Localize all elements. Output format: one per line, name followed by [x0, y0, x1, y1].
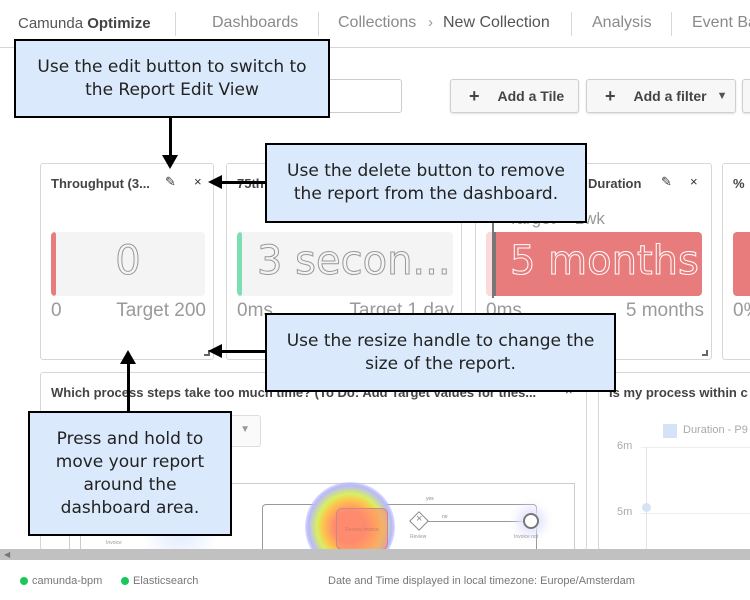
header-divider: [175, 12, 176, 36]
arrow-left-icon: [208, 175, 222, 189]
gateway-label: Review: [410, 534, 427, 540]
callout-resize: Use the resize handle to change the size …: [265, 313, 616, 392]
callout-move: Press and hold to move your report around …: [28, 411, 232, 536]
kpi-max: 5 months: [625, 300, 704, 321]
kpi-target-line: [492, 222, 494, 298]
kpi-progress-bar: [237, 232, 242, 296]
kpi-min: 0%: [733, 300, 750, 321]
nav-dashboards[interactable]: Dashboards: [212, 14, 298, 32]
tile-title: Duration: [588, 176, 642, 191]
add-tile-button[interactable]: + Add a Tile: [450, 79, 579, 113]
kpi-value: 5 months: [510, 238, 700, 285]
callout-text: Use the resize handle to change the: [286, 330, 595, 351]
callout-text: dashboard area.: [60, 497, 200, 518]
header-divider: [318, 12, 319, 36]
status-dot-icon: [20, 577, 28, 585]
breadcrumb-separator: ›: [428, 14, 433, 31]
kpi-target-marker: [494, 232, 496, 296]
kpi-value-box: 0: [51, 232, 205, 296]
brand-product: Optimize: [87, 15, 151, 32]
status-label: Elasticsearch: [133, 575, 199, 587]
sequence-flow: [428, 521, 523, 522]
callout-text: move your report: [55, 451, 205, 472]
start-event-label: Invoice: [106, 540, 122, 546]
kpi-min: 0: [51, 300, 62, 321]
resize-handle[interactable]: [702, 350, 708, 356]
arrow-line: [169, 118, 172, 158]
callout-text: the Report Edit View: [85, 79, 259, 100]
kpi-value: 0: [115, 238, 141, 285]
nav-event-based[interactable]: Event Ba: [692, 14, 750, 32]
timezone-info: Date and Time displayed in local timezon…: [328, 575, 635, 587]
arrow-down-icon: [162, 155, 178, 169]
plus-icon: +: [469, 85, 480, 106]
report-tile-line-chart[interactable]: Is my process within c Duration - P9 6m …: [598, 372, 750, 550]
data-point[interactable]: [642, 503, 651, 512]
callout-text: size of the report.: [365, 353, 516, 374]
breadcrumb-current[interactable]: New Collection: [443, 14, 550, 32]
legend-label[interactable]: Duration - P9: [683, 424, 748, 436]
close-icon[interactable]: ×: [690, 174, 698, 189]
callout-text: Press and hold to: [56, 428, 204, 449]
edit-icon[interactable]: ✎: [165, 174, 176, 190]
task-label: Review Invoice: [345, 527, 379, 533]
add-filter-label: Add a filter: [633, 88, 707, 104]
callout-text: the report from the dashboard.: [293, 184, 559, 204]
grid-line: [641, 447, 750, 448]
close-icon[interactable]: ×: [194, 174, 202, 189]
report-tile-throughput[interactable]: Throughput (3... ✎ × 0 0 Target 200: [40, 163, 214, 360]
kpi-value-box: 3 secon...: [237, 232, 453, 296]
status-camunda: camunda-bpm: [20, 575, 102, 587]
end-event-label: Invoice not: [514, 534, 539, 540]
legend-swatch: [663, 424, 677, 438]
horizontal-scrollbar[interactable]: ◀: [0, 549, 750, 560]
arrow-up-icon: [120, 350, 136, 364]
add-filter-button[interactable]: + Add a filter ▼: [586, 79, 736, 113]
arrow-line: [222, 350, 266, 353]
brand-name: Camunda: [18, 15, 84, 32]
status-label: camunda-bpm: [32, 575, 103, 587]
chevron-down-icon: ▼: [240, 424, 250, 435]
kpi-target: Target 200: [116, 300, 206, 321]
callout-delete: Use the delete button to remove the repor…: [265, 143, 587, 223]
chevron-down-icon: ▼: [716, 90, 728, 102]
arrow-line: [222, 181, 266, 184]
edit-icon[interactable]: ✎: [661, 174, 672, 190]
callout-text: around the: [83, 474, 177, 495]
flow-label-no: no: [442, 514, 448, 520]
gateway-x-icon: ×: [416, 513, 423, 525]
arrow-line: [127, 362, 130, 412]
arrow-left-icon: [208, 344, 222, 358]
app-brand[interactable]: Camunda Optimize: [18, 15, 151, 32]
header-divider: [671, 12, 672, 36]
report-tile-percent[interactable]: % 0%: [722, 163, 750, 360]
toolbar-button-partial[interactable]: [742, 79, 750, 113]
status-elasticsearch: Elasticsearch: [121, 575, 198, 587]
footer: camunda-bpm Elasticsearch Date and Time …: [0, 560, 750, 600]
end-event[interactable]: [523, 513, 539, 529]
callout-edit: Use the edit button to switch to the Repo…: [14, 39, 330, 118]
grid-line: [641, 513, 750, 514]
task-review-invoice[interactable]: Review Invoice: [336, 508, 388, 549]
y-tick-label: 6m: [617, 440, 633, 452]
scroll-left-arrow-icon[interactable]: ◀: [4, 550, 10, 559]
kpi-value-box: 5 months: [486, 232, 702, 296]
header-divider: [571, 12, 572, 36]
kpi-value-box: [733, 232, 750, 296]
y-axis: [646, 447, 647, 549]
tile-title: %: [733, 176, 745, 191]
plus-icon: +: [605, 85, 616, 106]
status-dot-icon: [121, 577, 129, 585]
tile-title: Throughput (3...: [51, 176, 150, 191]
nav-analysis[interactable]: Analysis: [592, 14, 652, 32]
nav-collections[interactable]: Collections: [338, 14, 416, 32]
add-tile-label: Add a Tile: [497, 88, 565, 104]
callout-text: Use the edit button to switch to: [37, 56, 307, 77]
kpi-value: 3 secon...: [257, 238, 452, 285]
tile-title: Is my process within c: [609, 385, 748, 400]
y-tick-label: 5m: [617, 506, 633, 518]
flow-label-yes: yes: [426, 496, 434, 502]
callout-text: Use the delete button to remove: [287, 161, 565, 181]
sequence-flow-loop: [262, 504, 537, 549]
